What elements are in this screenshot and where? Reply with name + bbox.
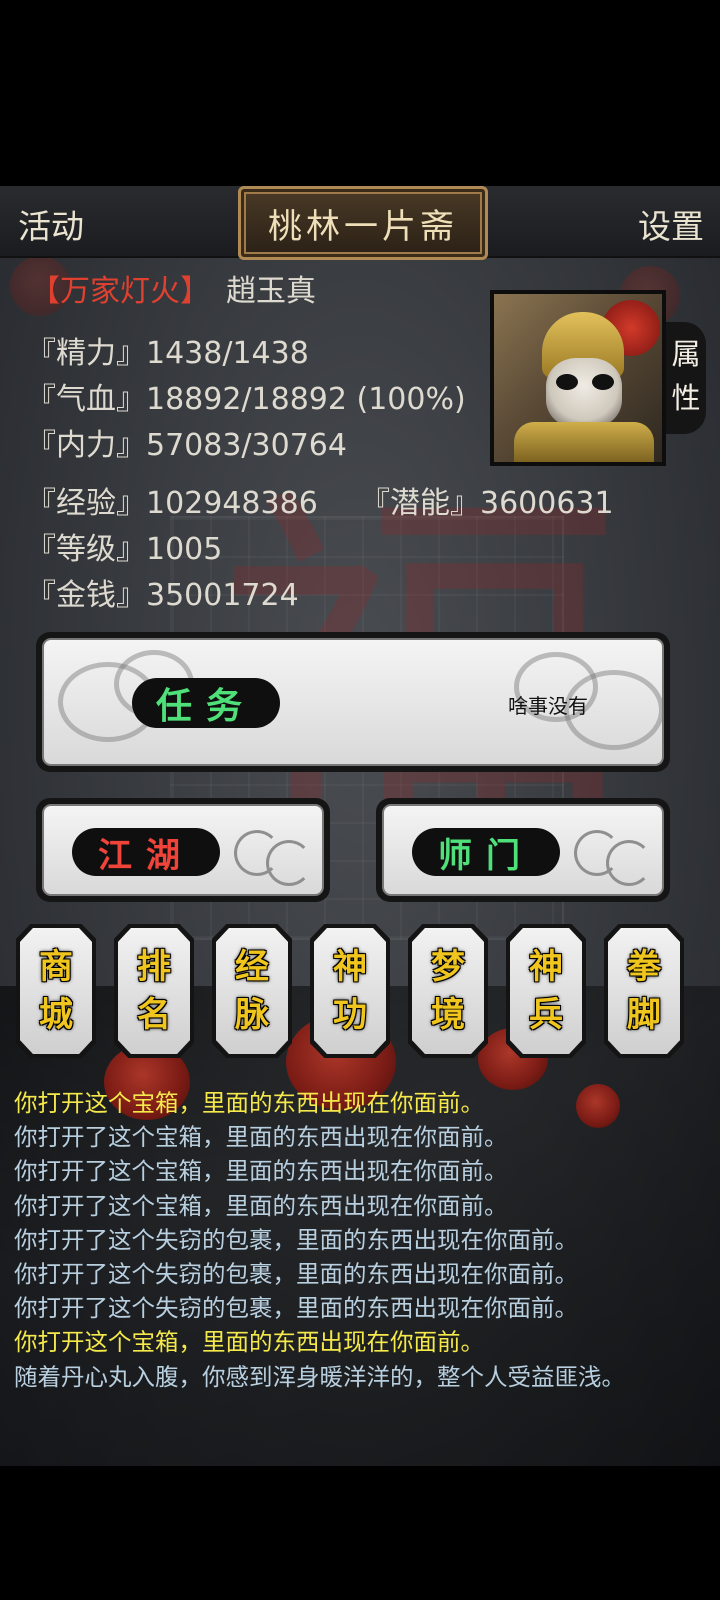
menu-char: 神: [333, 947, 367, 987]
character-name: 趙玉真: [226, 274, 316, 309]
avatar-art: [556, 374, 578, 390]
stat-value: 35001724: [146, 578, 299, 613]
task-status: 啥事没有: [508, 694, 588, 718]
log-line: 你打开了这个失窃的包裹，里面的东西出现在你面前。: [14, 1260, 578, 1289]
menu-char: 排: [137, 947, 171, 987]
stat-experience: 『经验』102948386: [26, 478, 318, 522]
activity-button[interactable]: 活动: [18, 200, 84, 248]
stat-value: 1005: [146, 532, 223, 567]
log-line: 你打开了这个宝箱，里面的东西出现在你面前。: [14, 1157, 508, 1186]
game-screen: 福 活动 桃林一片斋 设置 【万家灯火】 趙玉真 『精力』1438/1438 『…: [0, 186, 720, 1466]
message-log[interactable]: 你打开这个宝箱，里面的东西出现在你面前。 你打开了这个宝箱，里面的东西出现在你面…: [14, 1086, 704, 1394]
stat-value: 57083/30764: [146, 428, 347, 463]
stat-money: 『金钱』35001724: [26, 570, 299, 614]
stat-inner-power: 『内力』57083/30764: [26, 420, 347, 464]
menu-char: 拳: [627, 947, 661, 987]
swirl-ornament: [266, 840, 312, 886]
attributes-tab-char: 属: [671, 337, 701, 371]
settings-button[interactable]: 设置: [638, 200, 704, 248]
top-bar: 活动 桃林一片斋 设置: [0, 186, 720, 260]
location-title: 桃林一片斋: [268, 206, 458, 247]
menu-button-face: 排 名: [118, 928, 190, 1054]
shimen-label: 师门: [412, 828, 560, 876]
menu-char: 脉: [235, 995, 269, 1035]
menu-fist-kick[interactable]: 拳 脚: [604, 924, 684, 1058]
menu-dreamland[interactable]: 梦 境: [408, 924, 488, 1058]
character-avatar[interactable]: [490, 290, 666, 466]
menu-char: 功: [333, 995, 367, 1035]
task-button[interactable]: 任务 啥事没有: [36, 632, 670, 772]
menu-button-face: 经 脉: [216, 928, 288, 1054]
stat-health: 『气血』18892/18892 (100%): [26, 374, 466, 418]
avatar-art: [546, 358, 622, 428]
stat-value: 18892/18892 (100%): [146, 382, 466, 417]
stat-level: 『等级』1005: [26, 524, 222, 568]
menu-button-face: 拳 脚: [608, 928, 680, 1054]
menu-button-face: 神 功: [314, 928, 386, 1054]
attributes-tab-char: 性: [671, 381, 701, 415]
guild-name: 【万家灯火】: [30, 274, 210, 309]
menu-meridians[interactable]: 经 脉: [212, 924, 292, 1058]
stat-label: 『经验』: [26, 486, 146, 521]
log-line: 你打开这个宝箱，里面的东西出现在你面前。: [14, 1328, 484, 1357]
avatar-art: [514, 422, 654, 462]
menu-char: 脚: [627, 995, 661, 1035]
stat-potential: 『潜能』3600631: [360, 478, 614, 522]
swirl-ornament: [606, 840, 652, 886]
menu-button-face: 商 城: [20, 928, 92, 1054]
stat-label: 『等级』: [26, 532, 146, 567]
menu-button-face: 梦 境: [412, 928, 484, 1054]
stat-label: 『金钱』: [26, 578, 146, 613]
log-line: 你打开了这个宝箱，里面的东西出现在你面前。: [14, 1191, 508, 1220]
menu-char: 商: [39, 947, 73, 987]
menu-shop[interactable]: 商 城: [16, 924, 96, 1058]
task-button-face: 任务 啥事没有: [42, 638, 664, 766]
stat-label: 『气血』: [26, 382, 146, 417]
stat-label: 『潜能』: [360, 486, 480, 521]
menu-char: 经: [235, 947, 269, 987]
task-label: 任务: [132, 678, 280, 728]
stat-label: 『内力』: [26, 428, 146, 463]
stat-energy: 『精力』1438/1438: [26, 328, 309, 372]
log-line: 随着丹心丸入腹，你感到浑身暖洋洋的，整个人受益匪浅。: [14, 1362, 625, 1391]
stat-value: 3600631: [480, 486, 614, 521]
jianghu-button[interactable]: 江湖: [36, 798, 330, 902]
menu-char: 名: [137, 995, 171, 1035]
log-line: 你打开了这个失窃的包裹，里面的东西出现在你面前。: [14, 1225, 578, 1254]
menu-char: 城: [39, 995, 73, 1035]
stat-value: 102948386: [146, 486, 318, 521]
jianghu-button-face: 江湖: [42, 804, 324, 896]
menu-divine-weapon[interactable]: 神 兵: [506, 924, 586, 1058]
menu-char: 境: [431, 995, 465, 1035]
menu-char: 梦: [431, 947, 465, 987]
menu-divine-skill[interactable]: 神 功: [310, 924, 390, 1058]
stat-label: 『精力』: [26, 336, 146, 371]
location-title-plaque: 桃林一片斋: [238, 186, 488, 260]
menu-button-face: 神 兵: [510, 928, 582, 1054]
shimen-button[interactable]: 师门: [376, 798, 670, 902]
log-line: 你打开了这个宝箱，里面的东西出现在你面前。: [14, 1123, 508, 1152]
shimen-button-face: 师门: [382, 804, 664, 896]
menu-char: 兵: [529, 995, 563, 1035]
stat-value: 1438/1438: [146, 336, 309, 371]
avatar-art: [592, 374, 614, 390]
menu-ranking[interactable]: 排 名: [114, 924, 194, 1058]
log-line: 你打开了这个失窃的包裹，里面的东西出现在你面前。: [14, 1294, 578, 1323]
menu-char: 神: [529, 947, 563, 987]
log-line: 你打开这个宝箱，里面的东西出现在你面前。: [14, 1089, 484, 1117]
jianghu-label: 江湖: [72, 828, 220, 876]
attributes-tab[interactable]: 属 性: [666, 322, 706, 434]
